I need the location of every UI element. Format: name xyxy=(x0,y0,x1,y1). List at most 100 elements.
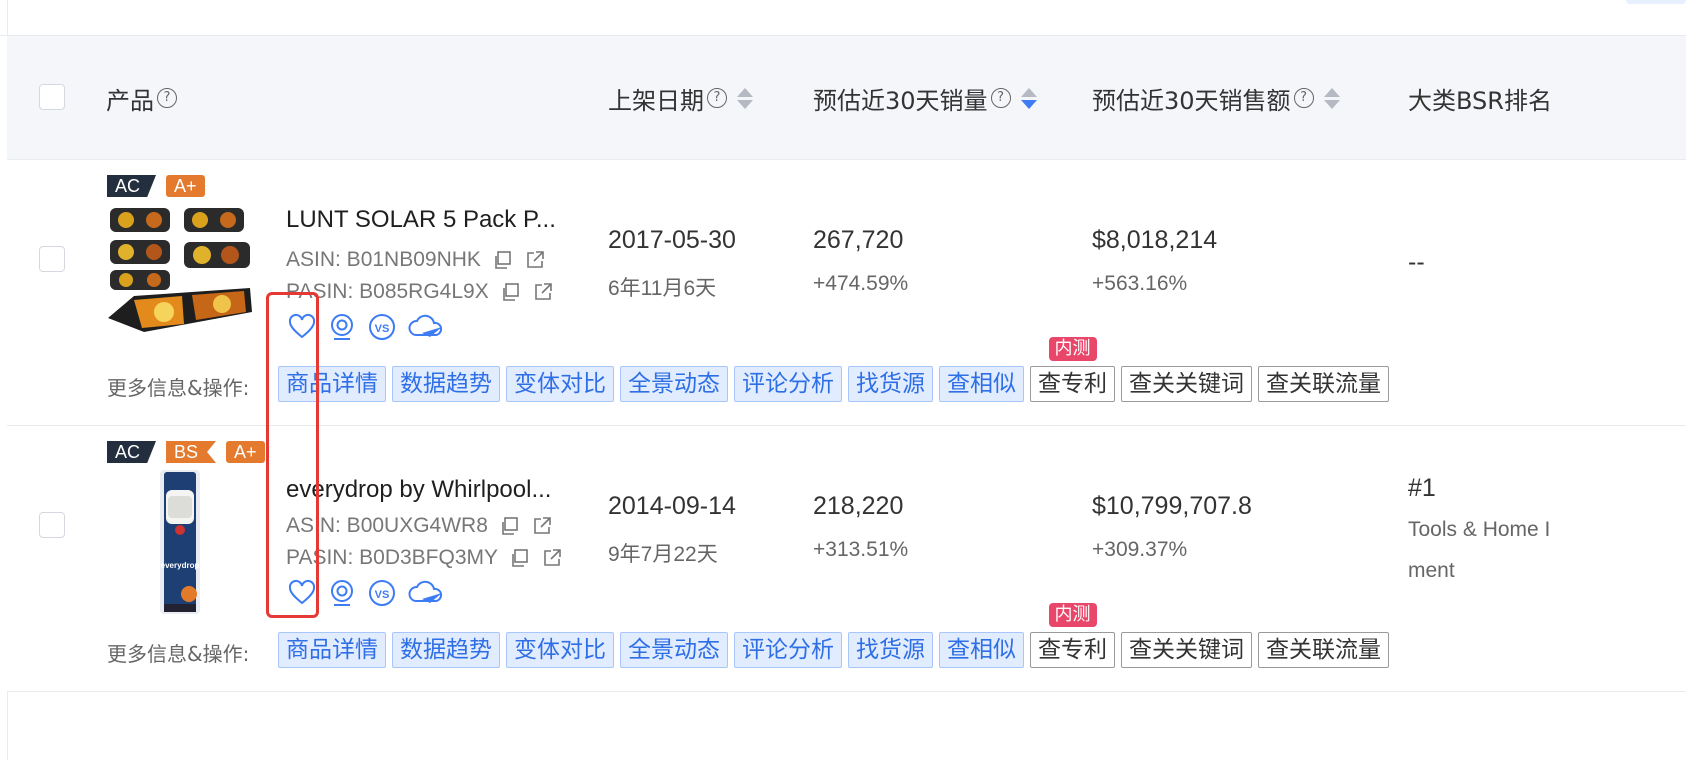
svg-text:VS: VS xyxy=(375,323,390,335)
monitor-camera-icon[interactable] xyxy=(328,579,356,607)
select-all-checkbox[interactable] xyxy=(39,84,65,110)
favorite-heart-icon[interactable] xyxy=(288,313,316,341)
find-source-button[interactable]: 找货源 xyxy=(848,366,933,402)
asin: ASIN: B00UXG4WR8 xyxy=(286,514,552,538)
bsr-category[interactable]: Tools & Home I xyxy=(1408,518,1550,542)
ops-buttons: 商品详情 数据趋势 变体对比 全景动态 评论分析 找货源 查相似 查专利 内测 … xyxy=(278,603,1389,668)
a-plus-badge: A+ xyxy=(166,175,205,197)
variant-compare-button[interactable]: 变体对比 xyxy=(506,632,614,668)
copy-icon[interactable] xyxy=(501,282,521,302)
toolbar-chip[interactable] xyxy=(1626,0,1686,4)
badge-group: AC A+ xyxy=(107,175,205,197)
product-image-solar-glasses[interactable] xyxy=(104,200,256,350)
external-link-icon[interactable] xyxy=(525,250,545,270)
parent-asin: PASIN: B085RG4L9X xyxy=(286,280,553,304)
listing-age: 9年7月22天 xyxy=(608,543,718,566)
variant-compare-button[interactable]: 变体对比 xyxy=(506,366,614,402)
related-keywords-button[interactable]: 查关关键词 xyxy=(1121,632,1252,668)
est-sales: 218,220 xyxy=(813,492,904,520)
asin: ASIN: B01NB09NHK xyxy=(286,248,545,272)
category-bsr: -- xyxy=(1408,248,1425,276)
est-revenue: $8,018,214 xyxy=(1092,226,1218,254)
find-similar-button[interactable]: 查相似 xyxy=(939,366,1024,402)
best-seller-badge: BS xyxy=(166,441,217,463)
panorama-button[interactable]: 全景动态 xyxy=(620,366,728,402)
product-title[interactable]: LUNT SOLAR 5 Pack P... xyxy=(286,206,596,234)
row-checkbox[interactable] xyxy=(39,512,65,538)
cloud-send-icon[interactable] xyxy=(408,579,444,607)
external-link-icon[interactable] xyxy=(532,516,552,536)
table-row: AC A+ LUNT SOLAR 5 Pack P... ASIN: B01NB… xyxy=(7,160,1686,426)
favorite-heart-icon[interactable] xyxy=(288,579,316,607)
compare-vs-icon[interactable]: VS xyxy=(368,313,396,341)
asin-value: ASIN: B01NB09NHK xyxy=(286,248,481,271)
sort-icon[interactable] xyxy=(1323,87,1340,109)
beta-tag: 内测 xyxy=(1048,337,1097,361)
copy-icon[interactable] xyxy=(500,516,520,536)
cloud-send-icon[interactable] xyxy=(408,313,444,341)
column-est-30d-revenue[interactable]: 预估近30天销售额 ? xyxy=(1092,36,1340,160)
row-checkbox[interactable] xyxy=(39,246,65,272)
product-detail-button[interactable]: 商品详情 xyxy=(278,632,386,668)
external-link-icon[interactable] xyxy=(533,282,553,302)
product-detail-button[interactable]: 商品详情 xyxy=(278,366,386,402)
ops-label: 更多信息&操作: xyxy=(107,642,250,666)
check-patent-button[interactable]: 查专利 内测 xyxy=(1030,603,1115,668)
column-est-30d-sales[interactable]: 预估近30天销量 ? xyxy=(813,36,1037,160)
badge-group: AC BS A+ xyxy=(107,441,265,463)
find-similar-button[interactable]: 查相似 xyxy=(939,632,1024,668)
est-sales-change: +474.59% xyxy=(813,272,909,295)
column-listing-date[interactable]: 上架日期 ? xyxy=(608,36,753,160)
sort-icon[interactable] xyxy=(737,87,753,109)
est-sales-change: +313.51% xyxy=(813,538,909,561)
ops-buttons: 商品详情 数据趋势 变体对比 全景动态 评论分析 找货源 查相似 查专利 内测 … xyxy=(278,337,1389,402)
sort-desc-active-icon[interactable] xyxy=(1020,87,1037,109)
est-revenue-change: +309.37% xyxy=(1092,538,1188,561)
copy-icon[interactable] xyxy=(493,250,513,270)
review-analysis-button[interactable]: 评论分析 xyxy=(734,366,842,402)
column-product: 产品 ? xyxy=(106,36,177,160)
toolbar-strip xyxy=(0,0,1686,36)
find-source-button[interactable]: 找货源 xyxy=(848,632,933,668)
est-revenue-change: +563.16% xyxy=(1092,272,1188,295)
column-est-30d-sales-label: 预估近30天销量 xyxy=(813,86,988,115)
pasin-value: PASIN: B0D3BFQ3MY xyxy=(286,546,499,569)
est-sales: 267,720 xyxy=(813,226,904,254)
pasin-value: PASIN: B085RG4L9X xyxy=(286,280,489,303)
monitor-camera-icon[interactable] xyxy=(328,313,356,341)
help-icon[interactable]: ? xyxy=(707,88,727,108)
parent-asin: PASIN: B0D3BFQ3MY xyxy=(286,546,562,570)
column-category-bsr[interactable]: 大类BSR排名 xyxy=(1408,36,1552,160)
check-patent-label: 查专利 xyxy=(1038,637,1107,663)
compare-vs-icon[interactable]: VS xyxy=(368,579,396,607)
check-patent-button[interactable]: 查专利 内测 xyxy=(1030,337,1115,402)
data-trend-button[interactable]: 数据趋势 xyxy=(392,366,500,402)
a-plus-badge: A+ xyxy=(226,441,265,463)
help-icon[interactable]: ? xyxy=(990,88,1011,108)
listing-age: 6年11月6天 xyxy=(608,277,717,300)
help-icon[interactable]: ? xyxy=(1293,88,1314,108)
table-row: AC BS A+ everydrop everydrop by Whirlpoo… xyxy=(7,426,1686,692)
listing-date: 2014-09-14 xyxy=(608,492,736,520)
table-header: 产品 ? 上架日期 ? 预估近30天销量 ? 预估近30天销售额 ? 大类BSR… xyxy=(7,36,1686,160)
listing-date: 2017-05-30 xyxy=(608,226,736,254)
copy-icon[interactable] xyxy=(510,548,530,568)
product-title[interactable]: everydrop by Whirlpool... xyxy=(286,476,596,504)
beta-tag: 内测 xyxy=(1048,603,1097,627)
data-trend-button[interactable]: 数据趋势 xyxy=(392,632,500,668)
amazon-choice-badge: AC xyxy=(107,175,157,197)
related-traffic-button[interactable]: 查关联流量 xyxy=(1258,366,1389,402)
product-image-water-filter[interactable]: everydrop xyxy=(104,468,256,618)
bsr-category-wrap: ment xyxy=(1408,559,1455,582)
review-analysis-button[interactable]: 评论分析 xyxy=(734,632,842,668)
external-link-icon[interactable] xyxy=(542,548,562,568)
related-keywords-button[interactable]: 查关关键词 xyxy=(1121,366,1252,402)
column-category-bsr-label: 大类BSR排名 xyxy=(1408,86,1552,115)
product-action-icons: VS xyxy=(288,313,444,341)
column-listing-date-label: 上架日期 xyxy=(608,86,704,115)
help-icon[interactable]: ? xyxy=(157,88,177,108)
svg-text:VS: VS xyxy=(375,589,390,601)
panorama-button[interactable]: 全景动态 xyxy=(620,632,728,668)
related-traffic-button[interactable]: 查关联流量 xyxy=(1258,632,1389,668)
est-revenue: $10,799,707.8 xyxy=(1092,492,1252,520)
